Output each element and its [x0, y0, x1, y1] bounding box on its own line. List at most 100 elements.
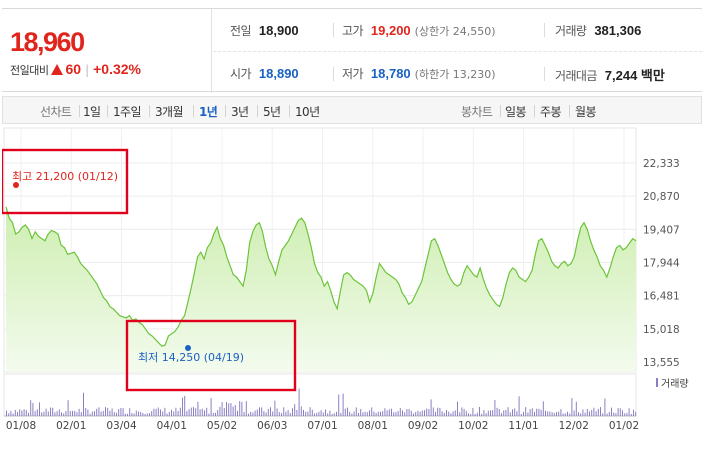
- volume-bar: [336, 411, 337, 416]
- tab-1d[interactable]: 1일: [83, 103, 101, 120]
- volume-bar: [245, 401, 247, 416]
- stat-value: 18,890: [258, 66, 299, 81]
- volume-bar: [206, 407, 208, 416]
- volume-bar: [569, 413, 571, 416]
- volume-bar: [553, 413, 555, 416]
- volume-bar: [556, 412, 557, 416]
- tab-5y[interactable]: 5년: [263, 103, 281, 120]
- volume-bar: [597, 408, 599, 416]
- volume-bar: [164, 407, 166, 416]
- x-tick-label: 07/01: [307, 420, 337, 432]
- volume-bar: [424, 410, 425, 416]
- price-box: 18,960 전일대비 60 | +0.32%: [2, 9, 212, 93]
- stat-open: 시가 18,890: [230, 65, 299, 82]
- volume-bar: [611, 407, 612, 416]
- tab-divider: [257, 105, 258, 117]
- y-tick-label: 22,333: [643, 158, 680, 170]
- volume-bar: [395, 412, 397, 416]
- volume-bar: [421, 410, 423, 416]
- volume-bar: [595, 411, 597, 416]
- volume-bar: [408, 408, 410, 416]
- stat-label: 거래대금: [555, 69, 597, 83]
- volume-bar: [36, 409, 38, 416]
- volume-bar: [28, 412, 29, 416]
- volume-bar: [287, 410, 289, 416]
- stat-label: 고가: [342, 24, 363, 38]
- volume-bar: [179, 407, 181, 416]
- volume-bar: [331, 414, 333, 416]
- volume-bar: [622, 410, 623, 416]
- volume-bar: [465, 411, 467, 416]
- tab-3y[interactable]: 3년: [231, 103, 249, 120]
- volume-bar: [109, 410, 111, 416]
- volume-bar: [12, 413, 14, 416]
- volume-bar: [292, 408, 293, 416]
- volume-bar: [47, 411, 49, 416]
- volume-bar: [327, 413, 329, 416]
- volume-bar: [309, 407, 311, 416]
- volume-bar: [369, 410, 370, 416]
- tab-3m[interactable]: 3개월: [155, 103, 184, 120]
- volume-bar: [259, 407, 260, 416]
- volume-bar: [175, 407, 177, 416]
- tab-1y[interactable]: 1년: [199, 103, 218, 120]
- price-chart[interactable]: 22,333 20,870 19,407 17,944 16,481 15,018 13,5…: [0, 126, 702, 456]
- volume-bar: [184, 395, 186, 416]
- current-price: 18,960: [10, 27, 85, 57]
- tab-monthly[interactable]: 월봉: [575, 103, 596, 120]
- volume-bar: [452, 411, 454, 416]
- stats-row-divider: [213, 51, 702, 52]
- tab-10y[interactable]: 10년: [295, 103, 320, 120]
- volume-bar: [221, 402, 223, 416]
- volume-bar: [448, 411, 450, 416]
- volume-bar: [344, 408, 346, 416]
- volume-bar: [199, 409, 201, 416]
- volume-legend-swatch: [656, 378, 658, 387]
- stat-label: 거래량: [555, 24, 587, 38]
- volume-bar: [52, 407, 54, 416]
- tab-daily[interactable]: 일봉: [505, 103, 526, 120]
- volume-bar: [102, 410, 104, 416]
- volume-bar: [430, 399, 432, 416]
- volume-bar: [534, 411, 535, 416]
- volume-bar: [19, 409, 21, 416]
- volume-bar: [619, 408, 621, 416]
- volume-bar: [129, 408, 131, 416]
- volume-bar: [54, 412, 56, 416]
- tab-weekly[interactable]: 주봉: [540, 103, 561, 120]
- volume-bar: [523, 411, 524, 416]
- volume-bar: [586, 409, 588, 416]
- volume-bar: [58, 409, 60, 416]
- volume-bar: [314, 413, 315, 416]
- volume-bar: [241, 402, 243, 416]
- volume-bar: [439, 407, 441, 416]
- volume-bar: [43, 411, 45, 416]
- volume-bar: [80, 412, 82, 416]
- stat-label: 시가: [230, 67, 251, 81]
- volume-bar: [113, 412, 115, 416]
- volume-bar: [457, 401, 458, 416]
- volume-bar: [303, 410, 304, 416]
- volume-bar: [402, 410, 403, 416]
- y-tick-label: 13,555: [643, 357, 680, 369]
- volume-bar: [496, 407, 498, 416]
- volume-bar: [382, 411, 384, 416]
- volume-bar: [505, 409, 507, 416]
- volume-bar: [248, 413, 249, 416]
- volume-bar: [481, 413, 483, 416]
- volume-bars: [3, 373, 637, 417]
- volume-legend: 거래량: [661, 378, 689, 390]
- tab-1w[interactable]: 1주일: [113, 103, 142, 120]
- volume-bar: [325, 409, 326, 416]
- volume-bar: [446, 410, 447, 416]
- volume-bar: [91, 411, 93, 416]
- volume-bar: [351, 413, 353, 416]
- x-tick-label: 05/02: [207, 420, 237, 432]
- volume-bar: [98, 407, 100, 416]
- volume-bar: [30, 400, 32, 416]
- stat-value: 18,780: [370, 66, 411, 81]
- volume-bar: [626, 412, 628, 416]
- x-tick-label: 03/04: [106, 420, 137, 432]
- volume-bar: [514, 408, 516, 416]
- volume-bar: [278, 412, 280, 416]
